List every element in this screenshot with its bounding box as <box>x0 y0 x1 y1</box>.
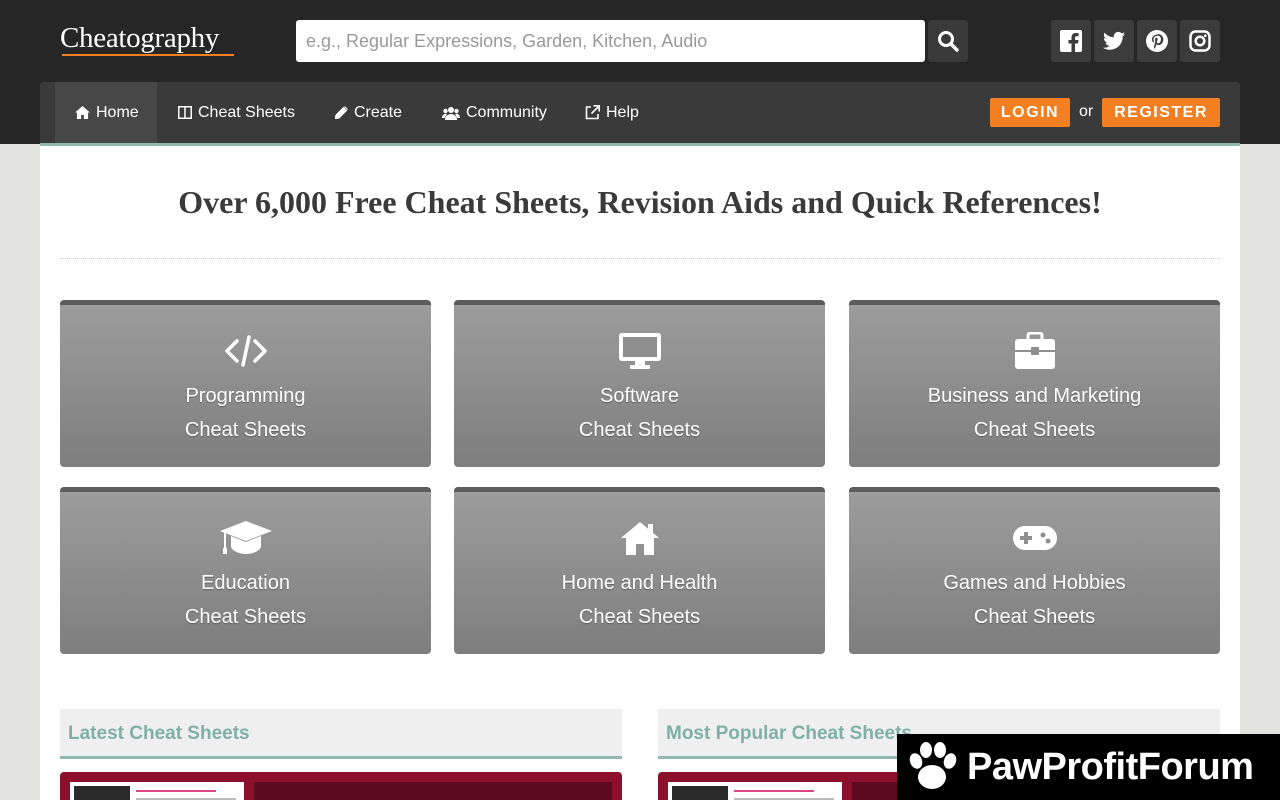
nav-item-label: Community <box>466 103 547 121</box>
nav-item-label: Cheat Sheets <box>198 103 295 121</box>
category-tile-business-and-marketing[interactable]: Business and Marketing Cheat Sheets <box>849 300 1220 467</box>
monitor-icon <box>618 333 661 369</box>
latest-sheet-preview[interactable] <box>60 772 622 800</box>
category-tile-home-and-health[interactable]: Home and Health Cheat Sheets <box>454 487 825 654</box>
top-header: Cheatography <box>0 0 1280 82</box>
instagram-button[interactable] <box>1180 20 1220 62</box>
nav-item-label: Home <box>96 103 139 121</box>
category-subtitle: Cheat Sheets <box>973 606 1096 628</box>
nav-item-create[interactable]: Create <box>335 82 402 143</box>
sheet-thumbnail <box>70 782 244 800</box>
sheet-thumbnail <box>668 782 842 800</box>
external-link-icon <box>585 105 600 120</box>
nav-item-cheat-sheets[interactable]: Cheat Sheets <box>178 82 295 143</box>
category-subtitle: Cheat Sheets <box>184 606 307 628</box>
category-tile-software[interactable]: Software Cheat Sheets <box>454 300 825 467</box>
facebook-button[interactable] <box>1051 20 1091 62</box>
watermark-text: PawProfitForum <box>967 745 1254 788</box>
nav-item-help[interactable]: Help <box>585 82 639 143</box>
category-subtitle: Cheat Sheets <box>578 419 701 441</box>
twitter-icon <box>1103 31 1125 50</box>
facebook-icon <box>1060 30 1082 52</box>
house-icon <box>620 522 659 555</box>
nav-item-label: Create <box>354 103 403 121</box>
pinterest-icon <box>1146 30 1168 52</box>
paw-icon <box>909 742 957 789</box>
graduation-cap-icon <box>219 521 272 554</box>
search-button[interactable] <box>928 20 968 62</box>
twitter-button[interactable] <box>1094 20 1134 62</box>
category-subtitle: Cheat Sheets <box>973 419 1096 441</box>
register-button[interactable]: REGISTER <box>1102 98 1220 127</box>
category-title: Education <box>201 572 290 594</box>
nav-item-community[interactable]: Community <box>442 82 547 143</box>
code-icon <box>224 335 267 367</box>
watermark-overlay: PawProfitForum <box>897 734 1280 800</box>
pencil-icon <box>335 106 348 119</box>
divider <box>60 258 1220 259</box>
category-subtitle: Cheat Sheets <box>184 419 307 441</box>
category-title: Programming <box>185 385 306 407</box>
category-subtitle: Cheat Sheets <box>578 606 701 628</box>
category-title: Games and Hobbies <box>943 572 1126 594</box>
main-content: Over 6,000 Free Cheat Sheets, Revision A… <box>40 146 1240 800</box>
page-headline: Over 6,000 Free Cheat Sheets, Revision A… <box>178 184 1102 220</box>
instagram-icon <box>1189 30 1211 52</box>
category-title: Business and Marketing <box>927 385 1142 407</box>
category-tile-games-and-hobbies[interactable]: Games and Hobbies Cheat Sheets <box>849 487 1220 654</box>
category-tile-programming[interactable]: Programming Cheat Sheets <box>60 300 431 467</box>
pinterest-button[interactable] <box>1137 20 1177 62</box>
columns-icon <box>178 106 192 119</box>
site-logo[interactable]: Cheatography <box>60 22 219 55</box>
search-input[interactable] <box>296 20 925 62</box>
briefcase-icon <box>1014 332 1055 369</box>
category-tile-education[interactable]: Education Cheat Sheets <box>60 487 431 654</box>
category-title: Home and Health <box>561 572 718 594</box>
section-title[interactable]: Most Popular Cheat Sheets <box>666 723 912 745</box>
nav-item-home[interactable]: Home <box>55 82 157 143</box>
nav-item-label: Help <box>606 103 639 121</box>
latest-section-header: Latest Cheat Sheets <box>60 709 622 759</box>
section-title[interactable]: Latest Cheat Sheets <box>68 723 250 745</box>
logo-underline <box>62 54 234 56</box>
login-button[interactable]: LOGIN <box>990 98 1070 127</box>
category-title: Software <box>600 385 679 407</box>
or-text: or <box>1079 103 1094 120</box>
users-icon <box>442 106 460 120</box>
home-icon <box>75 106 90 119</box>
gamepad-icon <box>1012 526 1057 550</box>
search-icon <box>938 31 959 52</box>
